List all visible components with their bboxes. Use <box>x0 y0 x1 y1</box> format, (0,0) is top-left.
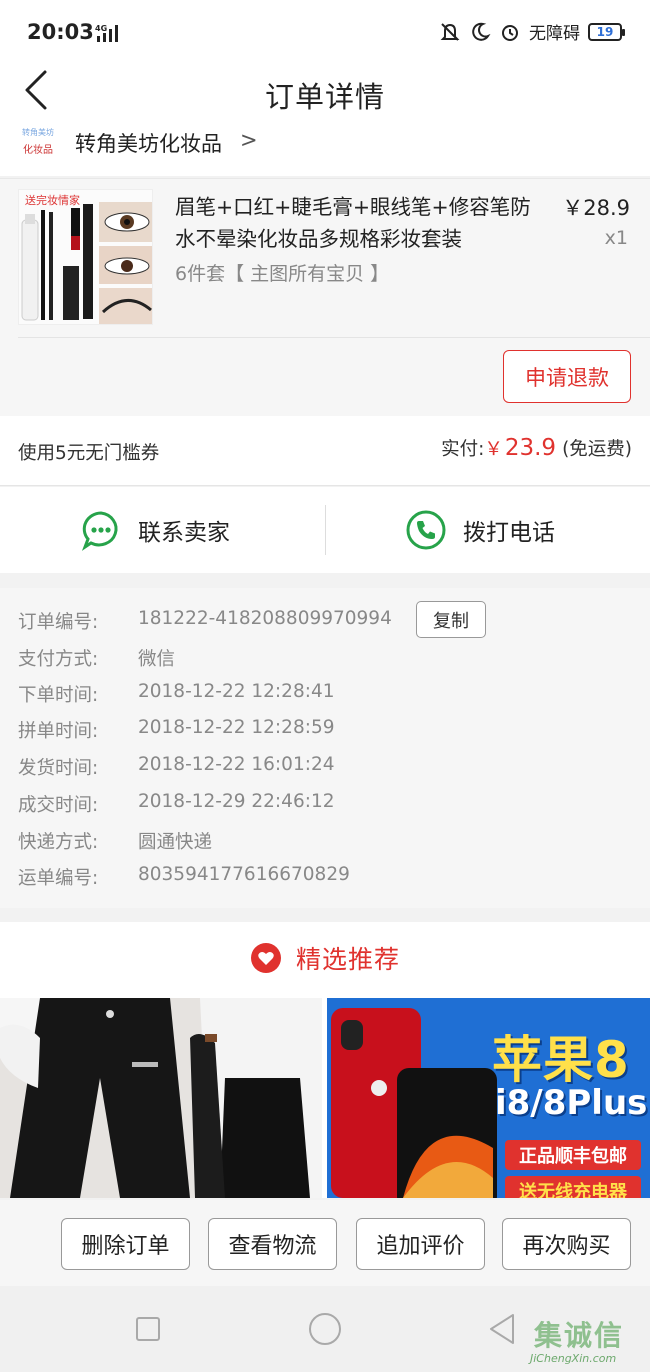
signal-icon: 4G <box>95 22 121 44</box>
currency-symbol: ￥ <box>484 439 503 460</box>
shop-name[interactable]: 转角美坊化妆品 <box>75 128 222 158</box>
recent-apps-button[interactable] <box>136 1317 160 1341</box>
payment-row: 使用5元无门槛券 实付: ￥ 23.9 (免运费) <box>0 416 650 486</box>
product-block: 送完妆情家 眉笔+口红+睫毛膏+眼线笔+修容笔防水不晕染化妆品多规格彩妆套装 6… <box>0 178 650 416</box>
order-info-row: 支付方式: 微信 <box>18 645 175 671</box>
divider <box>325 505 326 555</box>
product-banner-text: 送完妆情家 <box>25 193 80 207</box>
contact-seller-button[interactable]: 联系卖家 <box>80 487 230 573</box>
order-info-value: 2018-12-29 22:46:12 <box>138 791 335 812</box>
order-info-row: 发货时间: 2018-12-22 16:01:24 <box>18 754 334 780</box>
svg-text:4G: 4G <box>95 24 107 33</box>
recommend-header: 精选推荐 <box>0 922 650 998</box>
status-time: 20:03 <box>27 20 94 44</box>
order-info-label: 订单编号: <box>18 612 99 633</box>
buy-again-button[interactable]: 再次购买 <box>502 1218 631 1270</box>
order-info-value: 圆通快递 <box>138 832 213 853</box>
order-info-value: 2018-12-22 16:01:24 <box>138 754 335 775</box>
product-price: ￥28.9 <box>562 196 630 220</box>
recommend-card-pants[interactable] <box>0 998 322 1198</box>
page-title: 订单详情 <box>264 80 385 114</box>
order-info-row: 拼单时间: 2018-12-22 12:28:59 <box>18 717 334 743</box>
order-info-label: 支付方式: <box>18 649 99 670</box>
coupon-text: 使用5元无门槛券 <box>18 443 160 464</box>
product-name[interactable]: 眉笔+口红+睫毛膏+眼线笔+修容笔防水不晕染化妆品多规格彩妆套装 <box>175 191 545 255</box>
promo-badge: 送无线充电器 <box>505 1176 641 1198</box>
copy-button[interactable]: 复制 <box>416 601 486 638</box>
contact-seller-label: 联系卖家 <box>138 520 230 546</box>
promo-subline: i8/8Plus <box>495 1083 648 1123</box>
view-logistics-button[interactable]: 查看物流 <box>208 1218 337 1270</box>
battery-level: 19 <box>596 24 614 39</box>
phone-icon <box>405 509 447 551</box>
moon-icon <box>469 21 491 43</box>
order-info-row: 快递方式: 圆通快递 <box>18 828 212 854</box>
watermark-logo: 集诚信 JiChengXin.com <box>530 1314 648 1370</box>
heart-icon <box>250 942 282 974</box>
nav-bar: 订单详情 <box>0 66 650 132</box>
order-info-row: 运单编号: 803594177616670829 <box>18 864 350 890</box>
recommend-list: 苹果8 i8/8Plus 正品顺丰包邮 送无线充电器 <box>0 998 650 1198</box>
promo-badge: 正品顺丰包邮 <box>505 1140 641 1170</box>
shop-row[interactable]: 转角美坊 化妆品 转角美坊化妆品 > <box>0 124 650 176</box>
order-info-row: 下单时间: 2018-12-22 12:28:41 <box>18 681 334 707</box>
order-info-value: 2018-12-22 12:28:41 <box>138 681 335 702</box>
shop-logo: 转角美坊 化妆品 <box>20 128 56 166</box>
mute-icon <box>439 21 461 43</box>
product-sku: 6件套【 主图所有宝贝 】 <box>175 263 390 285</box>
chevron-right-icon: > <box>240 128 258 152</box>
delete-order-button[interactable]: 删除订单 <box>61 1218 190 1270</box>
status-bar: 20:03 4G 无障碍 19 <box>0 0 650 66</box>
paid-summary: 实付: ￥ 23.9 (免运费) <box>441 435 632 461</box>
order-info: 订单编号: 181222-418208809970994 复制 支付方式: 微信… <box>0 588 650 908</box>
status-right: 无障碍 19 <box>439 19 625 44</box>
order-info-label: 快递方式: <box>18 832 99 853</box>
watermark-text: 集诚信 <box>534 1319 625 1352</box>
add-review-button[interactable]: 追加评价 <box>356 1218 485 1270</box>
shop-logo-top-text: 转角美坊 <box>22 128 54 137</box>
refund-button[interactable]: 申请退款 <box>503 350 631 403</box>
order-info-label: 成交时间: <box>18 795 99 816</box>
paid-label: 实付: <box>441 439 485 460</box>
order-number-value: 181222-418208809970994 <box>138 608 392 629</box>
shop-logo-bottom-text: 化妆品 <box>23 145 53 156</box>
order-info-label: 下单时间: <box>18 685 99 706</box>
contact-row: 联系卖家 拨打电话 <box>0 487 650 573</box>
battery-icon: 19 <box>588 22 625 41</box>
product-quantity: x1 <box>604 227 628 249</box>
triangle-back-icon <box>490 1314 514 1344</box>
home-button[interactable] <box>309 1313 341 1345</box>
call-phone-label: 拨打电话 <box>463 520 555 546</box>
order-info-row: 订单编号: 181222-418208809970994 <box>18 608 392 634</box>
order-info-value: 微信 <box>138 649 176 670</box>
shipping-note: (免运费) <box>562 439 632 460</box>
chat-bubble-icon <box>80 509 122 551</box>
order-info-row: 成交时间: 2018-12-29 22:46:12 <box>18 791 334 817</box>
order-info-value: 2018-12-22 12:28:59 <box>138 717 335 738</box>
paid-amount: 23.9 <box>504 435 557 461</box>
system-back-button[interactable] <box>487 1312 517 1346</box>
order-info-label: 拼单时间: <box>18 721 99 742</box>
call-phone-button[interactable]: 拨打电话 <box>405 487 555 573</box>
divider <box>18 337 650 338</box>
tracking-number-value: 803594177616670829 <box>138 864 350 885</box>
alarm-icon <box>499 21 521 43</box>
order-info-label: 运单编号: <box>18 868 99 889</box>
accessibility-label: 无障碍 <box>529 24 580 44</box>
recommend-title: 精选推荐 <box>295 945 400 974</box>
order-action-bar: 删除订单 查看物流 追加评价 再次购买 <box>0 1200 650 1286</box>
order-info-label: 发货时间: <box>18 758 99 779</box>
product-thumbnail[interactable]: 送完妆情家 <box>18 189 153 325</box>
recommend-card-iphone[interactable]: 苹果8 i8/8Plus 正品顺丰包邮 送无线充电器 <box>327 998 650 1198</box>
promo-headline: 苹果8 <box>492 1031 630 1089</box>
watermark-url: JiChengXin.com <box>530 1352 617 1365</box>
